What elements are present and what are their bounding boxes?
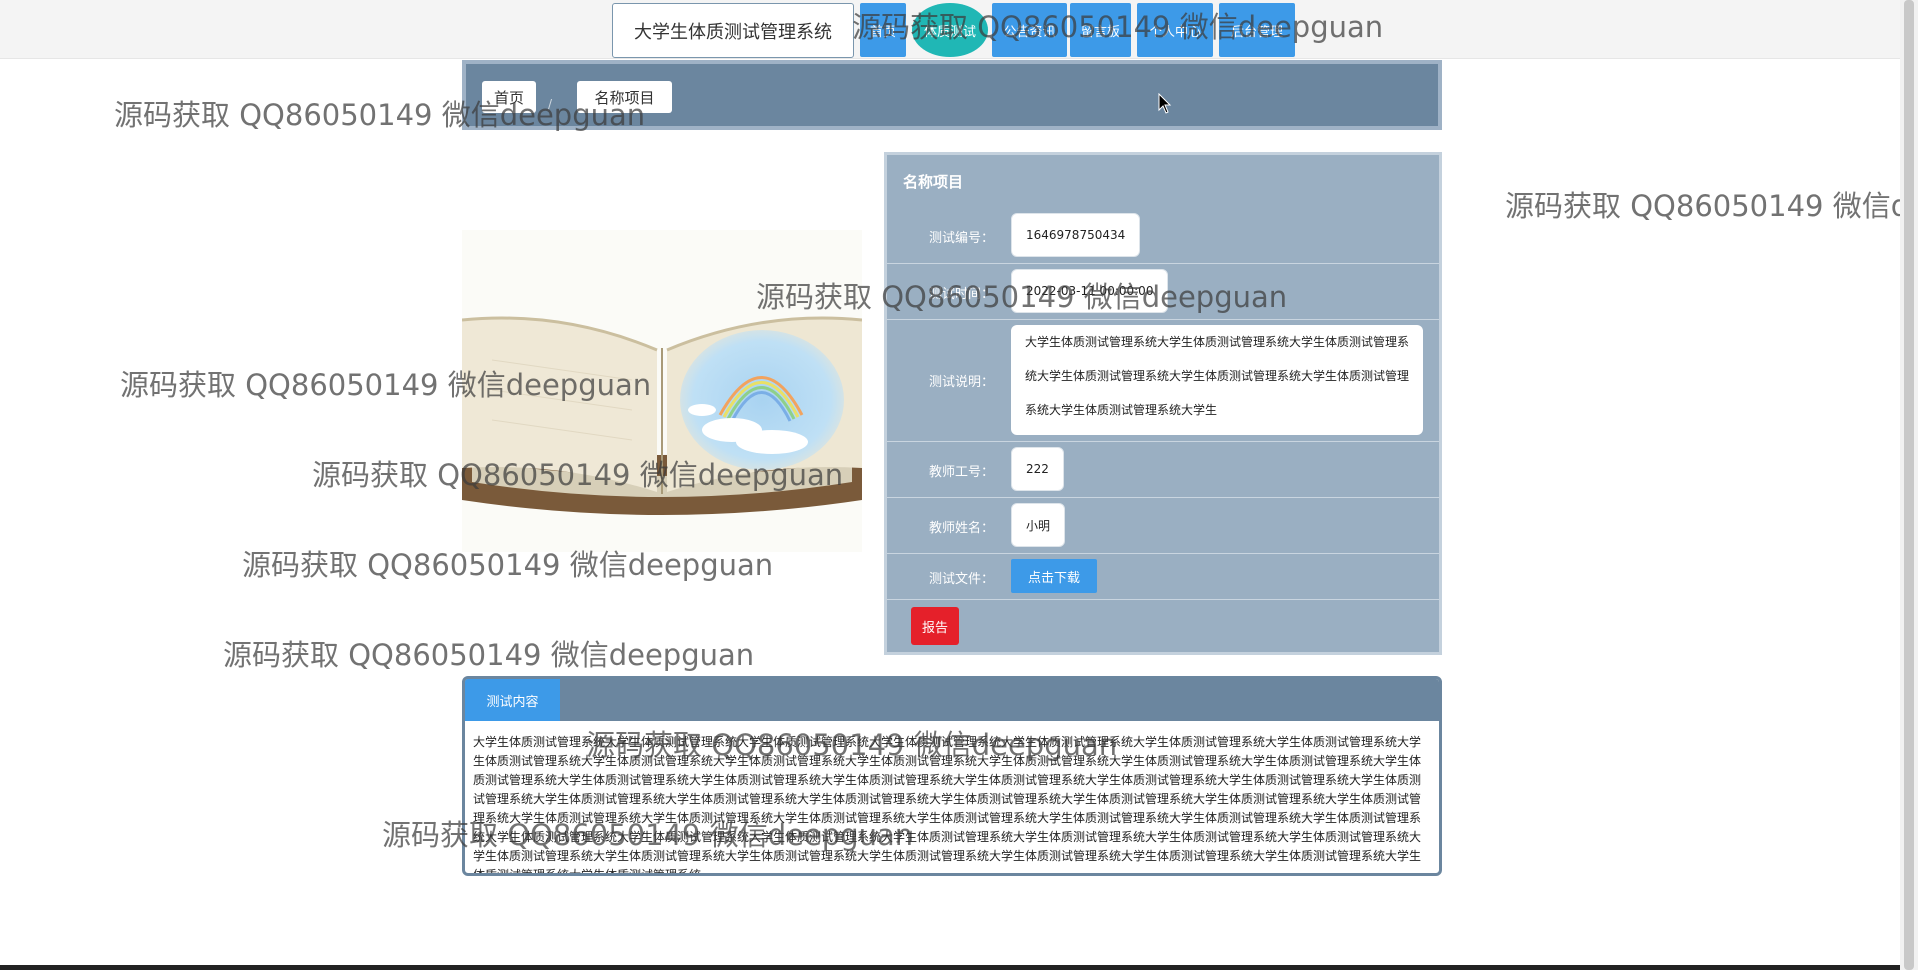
- download-button[interactable]: 点击下载: [1011, 559, 1097, 593]
- open-book-illustration: [462, 230, 862, 552]
- field-test-no-label: 测试编号：: [929, 231, 995, 246]
- field-test-file-label: 测试文件：: [929, 572, 995, 587]
- field-test-desc-value: 大学生体质测试管理系统大学生体质测试管理系统大学生体质测试管理系统大学生体质测试…: [1011, 325, 1423, 435]
- detail-title: 名称项目: [903, 173, 964, 191]
- watermark: 源码获取 QQ86050149 微信deepguan: [1505, 189, 1918, 223]
- field-teacher-name-label: 教师姓名：: [929, 521, 995, 536]
- item-image: [462, 230, 862, 552]
- field-test-time-label: 测试时间：: [929, 287, 995, 302]
- nav-home[interactable]: 首页: [860, 3, 906, 57]
- field-teacher-no: 教师工号： 222: [887, 441, 1439, 498]
- field-test-desc: 测试说明： 大学生体质测试管理系统大学生体质测试管理系统大学生体质测试管理系统大…: [887, 319, 1439, 442]
- bottom-border: [0, 965, 1900, 970]
- field-test-no-value: 1646978750434: [1011, 213, 1141, 257]
- content-tab-bar: [465, 679, 1439, 721]
- test-content-text: 大学生体质测试管理系统大学生体质测试管理系统大学生体质测试管理系统大学生体质测试…: [473, 735, 1422, 876]
- report-button[interactable]: 报告: [911, 607, 959, 645]
- mouse-cursor-icon: [1158, 93, 1172, 114]
- scrollbar-thumb[interactable]: [1904, 0, 1914, 970]
- field-teacher-no-label: 教师工号：: [929, 465, 995, 480]
- nav-admin[interactable]: 后台管理: [1219, 3, 1295, 57]
- detail-panel: 名称项目 测试编号： 1646978750434 测试时间： 2022-03-1…: [884, 152, 1442, 655]
- site-title[interactable]: 大学生体质测试管理系统: [612, 3, 854, 58]
- field-test-time-value: 2022-03-11 00:00:00: [1011, 269, 1169, 313]
- field-teacher-name-value: 小明: [1011, 503, 1066, 547]
- breadcrumb-home[interactable]: 首页: [482, 81, 536, 113]
- watermark: 源码获取 QQ86050149 微信deepguan: [223, 638, 755, 672]
- breadcrumb-separator: /: [548, 97, 553, 111]
- nav-fitness-test[interactable]: 体质测试: [912, 3, 988, 57]
- nav-personal-center[interactable]: 个人中心: [1137, 3, 1213, 57]
- test-content-panel: 测试内容 大学生体质测试管理系统大学生体质测试管理系统大学生体质测试管理系统大学…: [462, 676, 1442, 876]
- field-test-time: 测试时间： 2022-03-11 00:00:00: [887, 263, 1439, 320]
- field-test-file: 测试文件： 点击下载: [887, 553, 1439, 600]
- breadcrumb-current[interactable]: 名称项目: [577, 81, 672, 113]
- nav-announcements[interactable]: 公告资讯: [992, 3, 1067, 57]
- field-teacher-name: 教师姓名： 小明: [887, 497, 1439, 554]
- field-test-desc-label: 测试说明：: [929, 375, 995, 390]
- tab-test-content[interactable]: 测试内容: [465, 679, 560, 721]
- nav-message-board[interactable]: 留言板: [1070, 3, 1131, 57]
- field-test-no: 测试编号： 1646978750434: [887, 207, 1439, 264]
- field-teacher-no-value: 222: [1011, 447, 1064, 491]
